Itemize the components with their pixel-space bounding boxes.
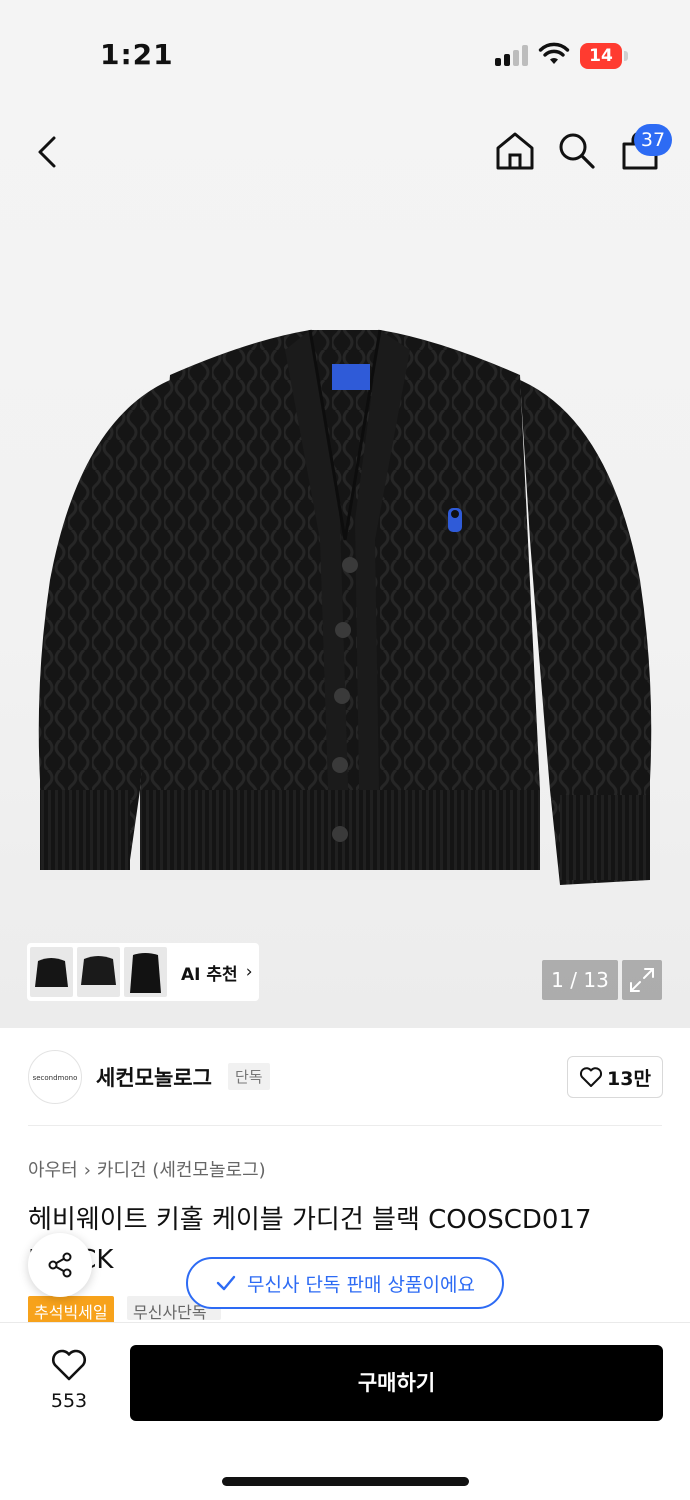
buy-button[interactable]: 구매하기 [130,1345,663,1421]
breadcrumb-separator: › [83,1160,91,1181]
expand-icon[interactable] [622,960,662,1000]
brand-name[interactable]: 세컨모놀로그 [96,1062,212,1092]
image-page-counter: 1 / 13 [542,960,618,1000]
toast-message: 무신사 단독 판매 상품이에요 [247,1273,475,1296]
brand-logo[interactable]: secondmono [28,1050,82,1104]
recommend-thumbnail[interactable] [30,947,73,997]
heart-icon [52,1349,86,1381]
cart-count-badge: 37 [634,124,672,156]
brand-like-count: 13만 [607,1067,651,1090]
product-title-line: 헤비웨이트 키홀 케이블 가디건 블랙 COOSCD017 [28,1205,592,1235]
ai-recommend-strip[interactable]: AI 추천 › [27,943,259,1001]
heart-icon [580,1067,603,1087]
status-time: 1:21 [100,38,174,71]
back-icon[interactable] [30,132,66,172]
battery-icon: 14 [580,43,628,69]
home-indicator [222,1477,469,1486]
breadcrumb-subcategory[interactable]: 카디건 (세컨모놀로그) [97,1160,266,1181]
chevron-right-icon: › [245,962,253,982]
breadcrumb: 아우터 › 카디건 (세컨모놀로그) [28,1156,272,1182]
recommend-thumbnail[interactable] [77,947,120,997]
product-image[interactable] [20,320,670,910]
brand-exclusive-tag: 단독 [228,1063,270,1090]
ai-recommend-label: AI 추천 [181,964,238,985]
home-icon[interactable] [494,130,536,172]
recommend-thumbnail[interactable] [124,947,167,997]
breadcrumb-category[interactable]: 아우터 [28,1160,78,1181]
wifi-icon [538,42,570,64]
search-icon[interactable] [556,130,596,170]
check-icon [216,1275,236,1291]
divider [28,1125,662,1126]
share-button[interactable] [28,1233,92,1297]
cellular-signal-icon [495,44,529,66]
wishlist-count: 553 [50,1390,88,1412]
exclusive-sale-toast: 무신사 단독 판매 상품이에요 [186,1257,504,1309]
share-icon [48,1252,72,1278]
battery-level: 14 [580,43,622,69]
brand-like-button[interactable]: 13만 [567,1056,663,1098]
